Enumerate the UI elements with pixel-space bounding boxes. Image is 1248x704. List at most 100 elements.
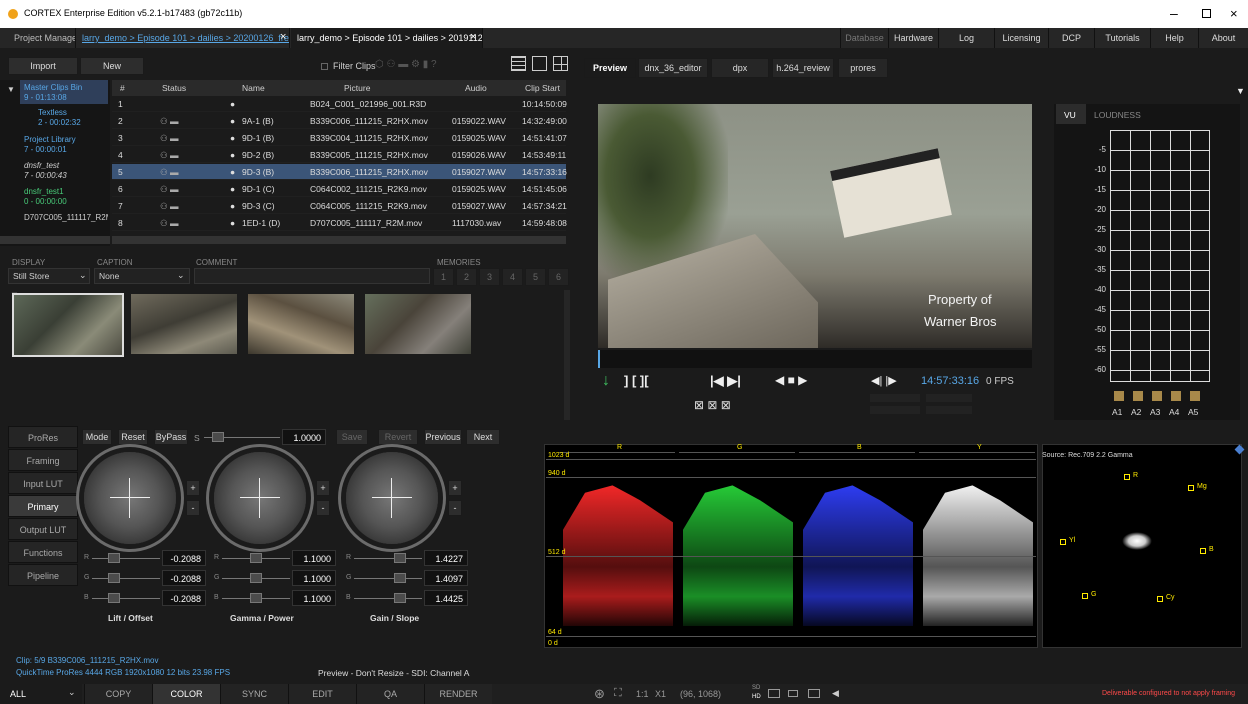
- bin-name[interactable]: Textless: [38, 108, 67, 117]
- channel-value[interactable]: 1.4425: [424, 590, 468, 606]
- color-sidebar-item[interactable]: ProRes: [8, 426, 78, 448]
- bin-name[interactable]: Project Library: [24, 135, 76, 144]
- channel-slider[interactable]: [354, 558, 422, 568]
- list-view-icon[interactable]: [511, 56, 526, 71]
- channel-slider[interactable]: [92, 578, 160, 588]
- table-row[interactable]: 7 ⚇ ▬ ● 9D-3 (C) C064C005_111215_R2K9.mov 015…: [112, 198, 567, 214]
- memory-slot-button[interactable]: 3: [479, 268, 500, 286]
- thumbnails-scrollbar[interactable]: [564, 290, 570, 420]
- menu-hardware[interactable]: Hardware: [888, 28, 938, 48]
- table-row[interactable]: 3 ⚇ ▬ ● 9D-1 (B) B339C004_111215_R2HX.mov 015…: [112, 130, 567, 146]
- memory-slot-button[interactable]: 6: [548, 268, 569, 286]
- preview-tab[interactable]: prores: [838, 58, 888, 78]
- tab-project-manager[interactable]: Project Manager: [8, 28, 76, 48]
- channel-value[interactable]: -0.2088: [162, 590, 206, 606]
- gamma-minus-button[interactable]: -: [316, 500, 330, 516]
- loudness-tab-label[interactable]: LOUDNESS: [1094, 110, 1141, 120]
- tab-20191120-close-icon[interactable]: ×: [470, 31, 476, 43]
- mark-in-out-icons[interactable]: ] [ ][: [624, 373, 649, 388]
- color-sidebar-item[interactable]: Primary: [8, 495, 78, 517]
- bottom-tab[interactable]: EDIT: [288, 684, 356, 704]
- color-sidebar-item[interactable]: Output LUT: [8, 518, 78, 540]
- reset-button[interactable]: Reset: [118, 429, 148, 445]
- monitor-icon-2[interactable]: [788, 690, 798, 697]
- saturation-knob[interactable]: [212, 432, 224, 442]
- menu-licensing[interactable]: Licensing: [994, 28, 1048, 48]
- hd-label[interactable]: HD: [752, 694, 761, 700]
- channel-slider-knob[interactable]: [108, 553, 120, 563]
- save-button[interactable]: Save: [336, 429, 368, 445]
- play-controls-icon[interactable]: ◀ ■ ▶: [775, 373, 807, 387]
- collapse-left-icon[interactable]: ◀: [832, 688, 839, 699]
- color-sidebar-item[interactable]: Pipeline: [8, 564, 78, 586]
- color-sidebar-item[interactable]: Framing: [8, 449, 78, 471]
- channel-slider-knob[interactable]: [250, 573, 262, 583]
- channel-value[interactable]: 1.4097: [424, 570, 468, 586]
- channel-value[interactable]: -0.2088: [162, 570, 206, 586]
- saturation-value[interactable]: 1.0000: [282, 429, 326, 445]
- preview-menu-icon[interactable]: ▼: [1236, 86, 1245, 96]
- lift-plus-button[interactable]: +: [186, 480, 200, 496]
- lift-color-wheel[interactable]: [84, 452, 176, 544]
- channel-value[interactable]: 1.1000: [292, 570, 336, 586]
- thumbnail-2[interactable]: [131, 294, 237, 354]
- channel-value[interactable]: 1.4227: [424, 550, 468, 566]
- clip-table-scrollbar[interactable]: [112, 236, 566, 244]
- import-button[interactable]: Import: [8, 57, 78, 75]
- maximize-icon[interactable]: [1202, 9, 1211, 18]
- menu-database[interactable]: Database: [840, 28, 888, 48]
- step-controls-icon[interactable]: |◀ ▶|: [710, 373, 741, 389]
- next-button[interactable]: Next: [466, 429, 500, 445]
- lift-minus-button[interactable]: -: [186, 500, 200, 516]
- table-row[interactable]: 8 ⚇ ▬ ● 1ED-1 (D) D707C005_111117_R2M.mov 111…: [112, 215, 567, 231]
- bottom-tab[interactable]: COPY: [84, 684, 152, 704]
- preview-tab[interactable]: Preview: [584, 58, 636, 78]
- grid-view-icon[interactable]: [553, 56, 568, 71]
- filter-checkbox[interactable]: [321, 63, 328, 70]
- channel-value[interactable]: 1.1000: [292, 590, 336, 606]
- channel-value[interactable]: 1.1000: [292, 550, 336, 566]
- multiplier-readout[interactable]: X1: [655, 689, 666, 699]
- channel-slider-knob[interactable]: [394, 593, 406, 603]
- previous-button[interactable]: Previous: [424, 429, 462, 445]
- table-row[interactable]: 1 ● B024_C001_021996_001.R3D 10:14:50:09: [112, 96, 567, 112]
- bottom-tab[interactable]: RENDER: [424, 684, 492, 704]
- monitor-icon-1[interactable]: [768, 689, 780, 698]
- gain-minus-button[interactable]: -: [448, 500, 462, 516]
- bypass-button[interactable]: ByPass: [154, 429, 188, 445]
- download-arrow-icon[interactable]: ↓: [602, 372, 610, 390]
- gain-plus-button[interactable]: +: [448, 480, 462, 496]
- column-header-audio[interactable]: Audio: [465, 83, 487, 93]
- column-header-picture[interactable]: Picture: [344, 83, 370, 93]
- timeline-bar[interactable]: [598, 350, 1032, 368]
- channel-slider-knob[interactable]: [394, 573, 406, 583]
- tab-freda1[interactable]: larry_demo > Episode 101 > dailies > 202…: [76, 28, 290, 48]
- detail-view-icon[interactable]: [532, 56, 547, 71]
- memory-slot-button[interactable]: 2: [456, 268, 477, 286]
- menu-log[interactable]: Log: [938, 28, 994, 48]
- channel-slider[interactable]: [354, 598, 422, 608]
- revert-button[interactable]: Revert: [378, 429, 418, 445]
- column-header-clip-start[interactable]: Clip Start: [525, 83, 560, 93]
- menu-about[interactable]: About: [1198, 28, 1248, 48]
- filter-all-select[interactable]: ALL ⌄: [0, 684, 82, 704]
- comment-field[interactable]: [194, 268, 430, 284]
- zoom-readout[interactable]: 1:1: [636, 689, 649, 699]
- preview-tab[interactable]: h.264_review: [772, 58, 834, 78]
- preview-tab[interactable]: dpx: [711, 58, 769, 78]
- table-row[interactable]: 6 ⚇ ▬ ● 9D-1 (C) C064C002_111215_R2K9.mov 015…: [112, 181, 567, 197]
- preview-tab[interactable]: dnx_36_editor: [638, 58, 708, 78]
- channel-slider-knob[interactable]: [108, 593, 120, 603]
- menu-dcp[interactable]: DCP: [1048, 28, 1094, 48]
- tree-expand-icon[interactable]: ▼: [7, 85, 15, 94]
- menu-help[interactable]: Help: [1150, 28, 1198, 48]
- tab-20191120[interactable]: larry_demo > Episode 101 > dailies > 201…: [291, 28, 483, 48]
- fullscreen-icon[interactable]: ⛶: [614, 687, 622, 700]
- monitor-icon-3[interactable]: [808, 689, 820, 698]
- bottom-tab[interactable]: QA: [356, 684, 424, 704]
- thumbnail-1[interactable]: [12, 293, 124, 357]
- channel-value[interactable]: -0.2088: [162, 550, 206, 566]
- safe-area-icon[interactable]: ⊛: [594, 686, 605, 702]
- sd-label[interactable]: SD: [752, 685, 760, 691]
- marker-icons[interactable]: ⊠ ⊠ ⊠: [694, 398, 731, 412]
